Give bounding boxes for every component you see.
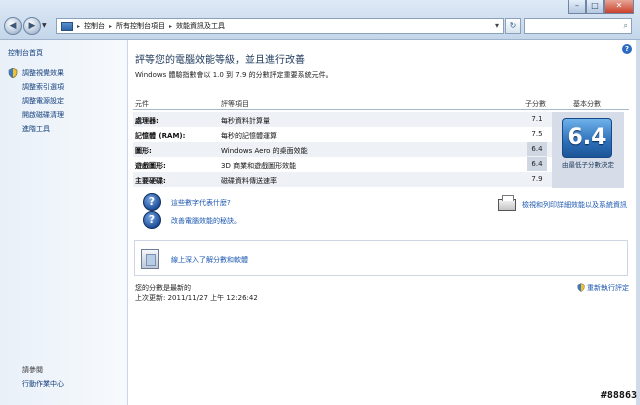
link-learn-more[interactable]: 線上深入了解分數和軟體 [171, 255, 248, 265]
component-name: 遊戲圖形: [135, 162, 166, 170]
refresh-button[interactable]: ↻ [505, 18, 521, 34]
status-last-update: 上次更新: 2011/11/27 上午 12:26:42 [135, 294, 258, 302]
breadcrumb-all-items[interactable]: 所有控制台項目 [116, 21, 165, 31]
subscore: 7.9 [531, 175, 543, 183]
page-description: Windows 體驗指數會以 1.0 到 7.9 的分數評定重要系統元件。 [135, 71, 333, 79]
watermark: #88863 [600, 390, 637, 401]
sidebar-item-power[interactable]: 調整電源設定 [22, 96, 64, 106]
column-base-score: 基本分數 [573, 100, 601, 108]
column-rated: 評等項目 [221, 100, 249, 108]
sidebar: 控制台首頁 調整視覺效果 調整索引選項 調整電源設定 開啟磁碟清理 進階工具 請… [0, 40, 128, 405]
shield-icon [577, 283, 585, 292]
search-input[interactable]: ⌕ [524, 18, 632, 34]
address-dropdown-icon[interactable]: ▾ [495, 21, 499, 30]
search-icon: ⌕ [623, 21, 628, 30]
column-component: 元件 [135, 100, 149, 108]
sidebar-item-visual-effects[interactable]: 調整視覺效果 [22, 68, 64, 78]
table-header: 元件 評等項目 子分數 基本分數 [133, 96, 629, 110]
recent-pages-dropdown-icon[interactable]: ▼ [42, 22, 47, 29]
back-button[interactable]: ◀ [4, 17, 22, 35]
sidebar-item-advanced-tools[interactable]: 進階工具 [22, 124, 50, 134]
table-row: 記憶體 (RAM): 每秒的記憶體運算 7.5 [133, 127, 553, 142]
link-print-details[interactable]: 檢視和列印詳細效能以及系統資訊 [522, 200, 627, 210]
base-score-caption: 由最低子分數決定 [562, 161, 614, 169]
main-panel: ? 評等您的電腦效能等級，並且進行改善 Windows 體驗指數會以 1.0 到… [128, 40, 636, 405]
table-row: 圖形: Windows Aero 的桌面效能 6.4 [133, 142, 553, 157]
component-desc: 每秒的記憶體運算 [221, 132, 277, 140]
help-icon[interactable]: ? [622, 44, 632, 54]
sidebar-item-action-center[interactable]: 行動作業中心 [22, 379, 64, 389]
base-score-badge: 6.4 [562, 118, 612, 158]
shield-icon [8, 68, 18, 78]
column-subscore: 子分數 [525, 100, 546, 108]
component-desc: 3D 商業和遊戲圖形效能 [221, 162, 297, 170]
component-name: 記憶體 (RAM): [135, 132, 186, 140]
component-name: 主要硬碟: [135, 177, 166, 185]
link-what-mean[interactable]: 這些數字代表什麼? [171, 198, 231, 208]
component-name: 圖形: [135, 147, 152, 155]
address-bar: – □ ✕ ◀ ▶ ▼ ▸ 控制台 ▸ 所有控制台項目 ▸ 效能資訊及工具 ▾ … [0, 0, 640, 40]
window-controls: – □ ✕ [568, 0, 634, 14]
minimize-button[interactable]: – [568, 0, 586, 14]
forward-button[interactable]: ▶ [23, 17, 41, 35]
table-row: 處理器: 每秒資料計算量 7.1 [133, 112, 553, 127]
table-row: 遊戲圖形: 3D 商業和遊戲圖形效能 6.4 [133, 157, 553, 172]
subscore: 7.5 [531, 130, 543, 138]
chevron-right-icon[interactable]: ▸ [109, 23, 112, 30]
breadcrumb-performance[interactable]: 效能資訊及工具 [176, 21, 225, 31]
sidebar-item-disk-cleanup[interactable]: 開啟磁碟清理 [22, 110, 64, 120]
breadcrumb-control-panel[interactable]: 控制台 [84, 21, 105, 31]
component-name: 處理器: [135, 117, 159, 125]
chevron-right-icon[interactable]: ▸ [169, 23, 172, 30]
table-row: 主要硬碟: 磁碟資料傳送速率 7.9 [133, 172, 553, 187]
subscore: 7.1 [531, 115, 543, 123]
software-icon [141, 249, 159, 269]
component-desc: 磁碟資料傳送速率 [221, 177, 277, 185]
base-score-panel: 6.4 由最低子分數決定 [552, 112, 624, 188]
component-desc: Windows Aero 的桌面效能 [221, 147, 308, 155]
status-current: 您的分數是最新的 [135, 284, 191, 292]
close-button[interactable]: ✕ [604, 0, 634, 14]
subscore: 6.4 [527, 157, 547, 171]
question-icon: ? [143, 193, 161, 211]
sidebar-item-indexing[interactable]: 調整索引選項 [22, 82, 64, 92]
maximize-button[interactable]: □ [586, 0, 604, 14]
question-icon: ? [143, 211, 161, 229]
control-panel-icon [61, 21, 73, 31]
link-tips[interactable]: 改善電腦效能的秘訣。 [171, 216, 241, 226]
rerun-assessment-link[interactable]: 重新執行評定 [587, 283, 629, 293]
chevron-right-icon[interactable]: ▸ [77, 23, 80, 30]
see-also-heading: 請參閱 [22, 366, 43, 374]
learn-more-box: 線上深入了解分數和軟體 [134, 240, 628, 276]
component-desc: 每秒資料計算量 [221, 117, 270, 125]
page-title: 評等您的電腦效能等級，並且進行改善 [135, 55, 305, 66]
address-box[interactable]: ▸ 控制台 ▸ 所有控制台項目 ▸ 效能資訊及工具 ▾ [56, 18, 504, 34]
sidebar-item-home[interactable]: 控制台首頁 [8, 48, 43, 58]
printer-icon [498, 195, 516, 211]
subscore: 6.4 [527, 142, 547, 156]
